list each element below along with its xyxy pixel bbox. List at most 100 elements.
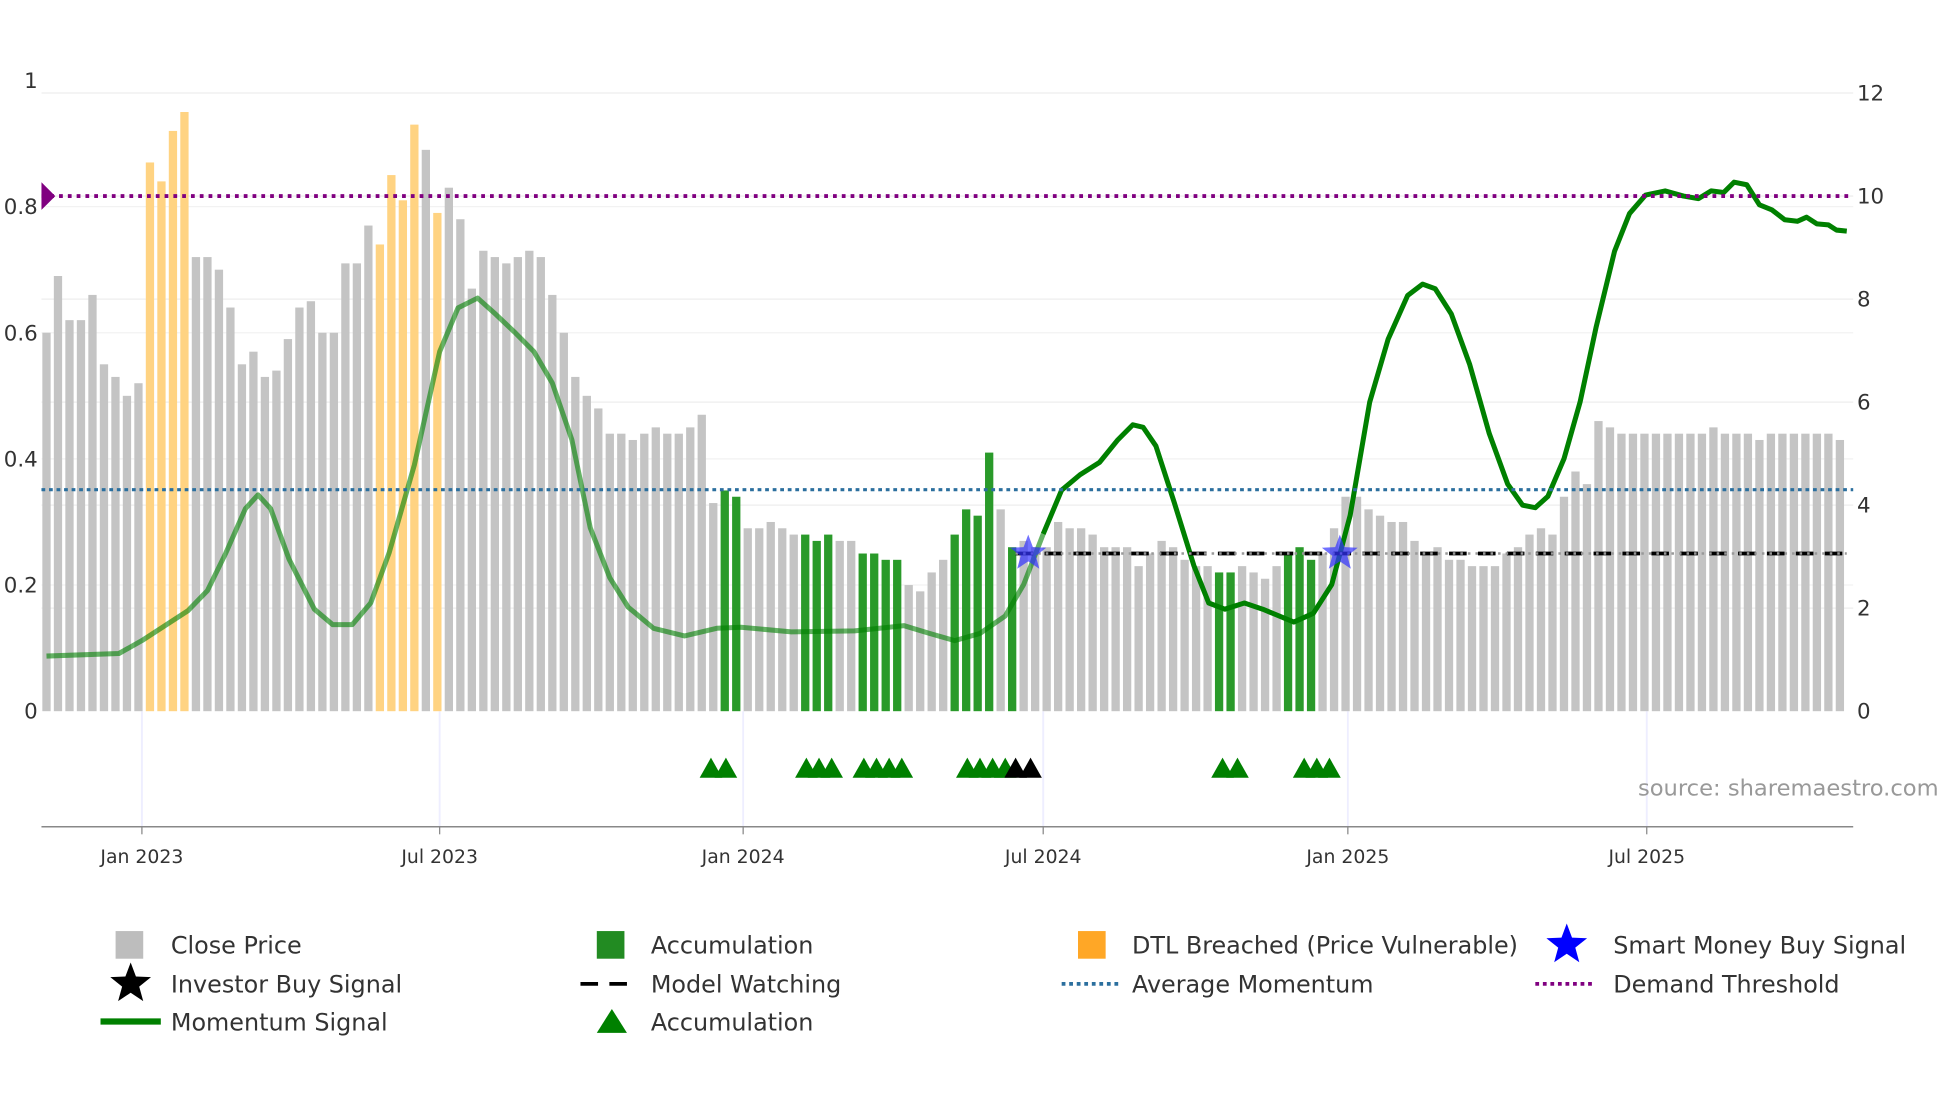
legend-item: Momentum Signal [100,1008,388,1036]
close-price-bar [88,294,97,712]
close-price-bar [364,225,373,712]
close-price-bar [1088,534,1097,712]
close-price-bar [456,219,465,712]
close-price-bar [1352,496,1362,712]
close-price-bar [1732,433,1741,712]
legend-item: Average Momentum [1061,971,1374,999]
accumulation-bar [720,490,729,712]
close-price-bar [53,275,63,712]
close-price-bar [617,433,626,712]
close-price-bar [709,503,718,712]
right-tick-label: 6 [1857,391,1871,416]
legend-triangle-icon [596,1008,627,1033]
close-price-bar [1456,559,1465,712]
close-price-bar [686,427,695,712]
close-price-bar [1674,433,1684,712]
close-price-bar [1536,528,1546,712]
legend-label: Model Watching [651,971,841,999]
dtl-breached-bar [145,162,155,712]
close-price-bar [513,257,522,712]
accumulation-bar [1226,572,1235,712]
close-price-bar [1375,515,1385,712]
close-price-bar [548,294,557,712]
legend-item: Investor Buy Signal [110,962,402,1002]
close-price-bar [191,257,201,712]
close-price-bar [996,509,1005,712]
close-price-bar [260,376,270,712]
close-price-bar [111,376,120,712]
legend-label: Average Momentum [1132,971,1374,999]
close-price-bar [99,364,109,712]
close-price-bar [1168,547,1178,712]
close-price-bar [1031,547,1040,712]
left-tick-label: 1 [24,69,38,94]
x-tick-label: Jan 2024 [701,847,785,868]
accumulation-triangle [1226,757,1249,778]
close-price-bar [927,572,936,712]
investor-buy-triangle [1019,757,1042,778]
close-price-bar [318,332,327,712]
close-price-bar [778,528,787,712]
close-price-bar [1824,433,1833,712]
close-price-bar [1157,540,1166,712]
left-tick-label: 0.8 [4,195,38,220]
close-price-bar [1743,433,1753,712]
close-price-bar [1594,421,1603,712]
close-price-bar [226,307,235,712]
close-price-bar [1076,528,1086,712]
close-price-bar [835,540,844,712]
legend-item: Model Watching [580,971,841,999]
close-price-bar [1122,547,1132,712]
close-price-bar [1433,547,1442,712]
legend-label: DTL Breached (Price Vulnerable) [1132,932,1518,960]
close-price-bar [444,187,453,712]
demand-threshold-diamond [41,182,56,210]
legend-label: Accumulation [651,932,814,960]
close-price-bar [1467,566,1477,712]
close-price-bar [1364,509,1373,712]
legend-item: Accumulation [596,1008,814,1036]
close-price-bar [1099,547,1109,712]
close-price-bar [847,540,856,712]
close-price-bar [341,263,350,712]
close-price-bar [1789,433,1799,712]
accumulation-bar [1283,553,1293,712]
close-price-bar [306,301,316,712]
right-tick-label: 4 [1857,494,1871,519]
legend-item: DTL Breached (Price Vulnerable) [1078,931,1518,960]
left-tick-label: 0.6 [4,321,38,346]
close-price-bar [571,376,580,712]
legend-star-icon [1546,923,1588,963]
close-price-bar [1628,433,1638,712]
close-price-bar [1111,547,1120,712]
close-price-bar [916,591,925,712]
left-tick-label: 0 [24,700,38,725]
close-price-bar [1686,433,1695,712]
legend-swatch [115,931,144,959]
close-price-bar [559,332,568,712]
close-price-bar [1249,572,1258,712]
dtl-breached-bar [433,212,442,712]
accumulation-bar [870,553,879,712]
legend-label: Accumulation [651,1008,814,1036]
right-tick-label: 12 [1857,82,1884,107]
close-price-bar [1755,439,1764,712]
close-price-bar [1582,484,1592,712]
close-price-bar [352,263,362,712]
dtl-breached-bar [180,112,189,712]
accumulation-bar [1295,547,1304,712]
close-price-bar [1812,433,1822,712]
legend-item: Smart Money Buy Signal [1546,923,1906,963]
close-price-bar [1398,521,1408,712]
close-price-bar [249,351,258,712]
legend-item: Close Price [115,931,302,960]
close-price-bar [1479,566,1488,712]
accumulation-bar [732,496,741,712]
close-price-bar [697,414,706,712]
x-tick-label: Jul 2024 [1004,847,1082,868]
close-price-bar [1421,553,1431,712]
close-price-bar [1605,427,1615,712]
close-price-bar [1697,433,1707,712]
right-tick-label: 8 [1857,288,1871,313]
legend-swatch [1078,931,1106,959]
